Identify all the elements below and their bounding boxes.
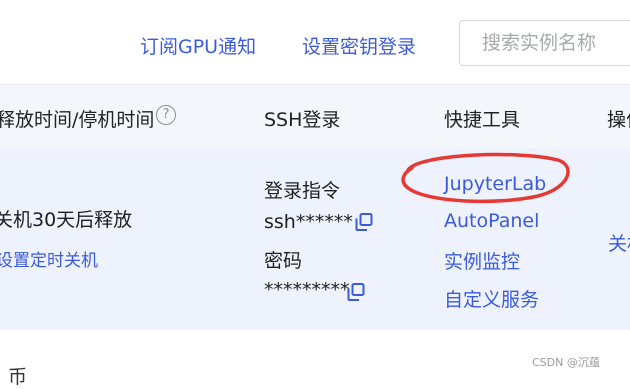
tool-custom-service-link[interactable]: 自定义服务: [444, 285, 539, 312]
header-release-time: 释放时间/停机时间: [0, 109, 155, 131]
password-label: 密码: [264, 250, 303, 272]
password-value: *********: [264, 279, 350, 301]
tool-autopanel-link[interactable]: AutoPanel: [444, 210, 539, 232]
subscribe-gpu-link[interactable]: 订阅GPU通知: [140, 32, 256, 59]
watermark: CSDN @沉蕴: [532, 356, 600, 369]
ssh-key-login-link[interactable]: 设置密钥登录: [302, 32, 416, 59]
ssh-command-value: ssh******: [264, 211, 353, 233]
toolbar: 订阅GPU通知 设置密钥登录: [0, 0, 630, 84]
release-status: 关机30天后释放: [0, 209, 133, 231]
ssh-command-label: 登录指令: [264, 180, 341, 202]
help-icon[interactable]: ?: [156, 105, 176, 125]
header-ssh-login: SSH登录: [264, 109, 341, 131]
search-box[interactable]: [459, 20, 630, 66]
shutdown-link[interactable]: 关机: [608, 229, 630, 256]
next-row-text: 币: [8, 366, 28, 388]
tool-jupyterlab-link[interactable]: JupyterLab: [444, 173, 546, 195]
copy-password-icon[interactable]: [346, 282, 366, 302]
table-header: 释放时间/停机时间 SSH登录 快捷工具 操作: [0, 84, 630, 149]
search-input[interactable]: [482, 21, 630, 65]
header-quick-tools: 快捷工具: [444, 109, 521, 131]
copy-ssh-icon[interactable]: [354, 212, 374, 232]
set-timed-shutdown-link[interactable]: 设置定时关机: [0, 246, 98, 271]
tool-monitor-link[interactable]: 实例监控: [444, 247, 520, 274]
header-actions: 操作: [607, 109, 630, 131]
